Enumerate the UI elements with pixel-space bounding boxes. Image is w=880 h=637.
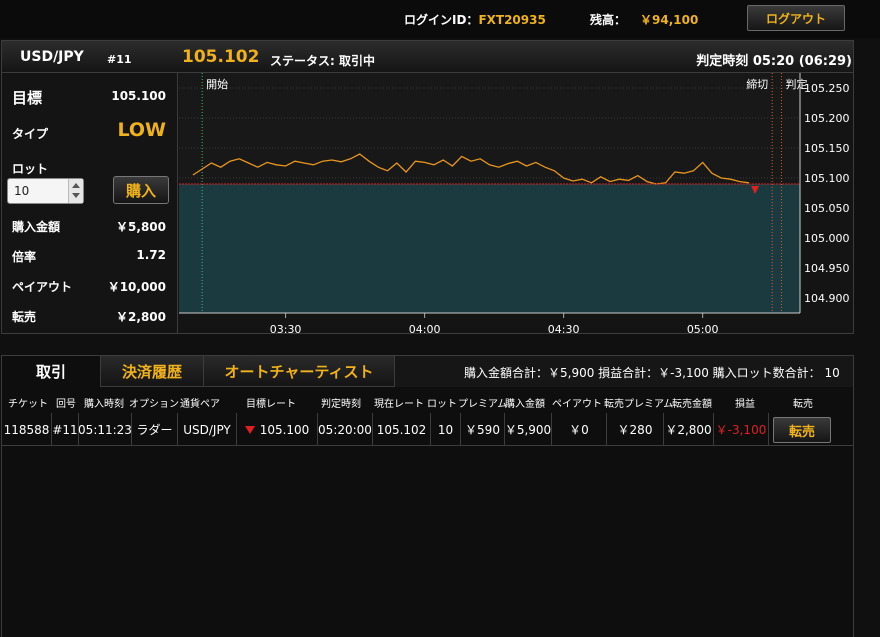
resale-value: ￥2,800 [116,310,166,324]
totals-summary: 購入金額合計：￥5,900 損益合計：￥-3,100 購入ロット数合計： 10 [464,366,840,380]
col-header: プレミアム [458,399,508,410]
col-header: 目標レート [246,399,296,410]
col-header: 現在レート [374,399,424,410]
lot-cell: 10 [431,413,461,446]
round-cell: #11 [52,413,79,446]
judge-label: 判定 [785,77,807,91]
col-header: 購入時刻 [84,399,124,410]
trades-table: チケット 回号 購入時刻 オプション 通貨ペア 目標レート 判定時刻 現在レート… [1,387,854,637]
rate-label: 倍率 [12,250,37,264]
col-header: 判定時刻 [321,399,361,410]
judge-time: 判定時刻 05:20 (06:29) [696,54,852,69]
account-bar: ログインID：FXT20935 残高： ￥94,100 ログアウト [0,0,880,38]
lot-label: ロット [12,162,49,176]
resale-premium-cell: ￥280 [607,413,664,446]
col-header: 転売金額 [672,399,712,410]
table-row[interactable]: 118588 #11 05:11:23 ラダー USD/JPY 105.100 … [2,413,853,446]
amount-cell: ￥5,900 [505,413,552,446]
login-id-value: FXT20935 [478,13,546,27]
option-cell: ラダー [132,413,178,446]
col-header: 損益 [735,399,755,410]
chevron-up-icon[interactable] [72,183,80,188]
target-value: 105.100 [111,89,166,103]
y-tick-label: 105.150 [804,142,850,155]
y-tick-label: 105.000 [804,232,850,245]
rate-chart: 105.250 105.200 105.150 105.100 105.050 105.0… [179,73,850,333]
target-rate-cell: 105.100 [237,413,318,446]
col-header: オプション [129,399,179,410]
trade-panel: USD/JPY #11 105.102 ステータス: 取引中 判定時刻 05:2… [1,40,854,334]
trade-status: ステータス: 取引中 [270,54,375,68]
current-rate-cell: 105.102 [373,413,431,446]
close-label: 締切 [746,77,768,91]
col-header: 通貨ペア [180,399,220,410]
buy-button[interactable]: 購入 [113,176,169,204]
logout-button[interactable]: ログアウト [747,5,845,31]
start-label: 開始 [206,77,228,91]
x-tick-label: 05:00 [687,323,719,333]
below-target-area [179,184,800,313]
tab-history[interactable]: 決済履歴 [101,356,204,387]
resell-button[interactable]: 転売 [773,417,831,443]
y-tick-label: 105.250 [804,82,850,95]
time-cell: 05:11:23 [78,413,132,446]
type-label: タイプ [12,127,49,141]
x-tick-label: 04:00 [409,323,441,333]
resale-amount-cell: ￥2,800 [664,413,714,446]
pair-cell: USD/JPY [178,413,237,446]
col-header: 転売プレミアム [604,399,674,410]
col-header: ロット [427,399,457,410]
premium-cell: ￥590 [461,413,505,446]
down-arrow-icon [244,425,255,434]
y-tick-label: 105.050 [804,202,850,215]
type-value: LOW [117,119,166,141]
col-header: チケット [8,399,48,410]
amount-label: 購入金額 [12,220,61,234]
resale-label: 転売 [12,310,37,324]
current-rate: 105.102 [182,47,260,67]
rate-value: 1.72 [136,248,166,262]
col-header: ペイアウト [552,399,602,410]
trade-header: USD/JPY #11 105.102 ステータス: 取引中 判定時刻 05:2… [2,41,853,73]
ticket-cell: 118588 [2,413,52,446]
payout-value: ￥10,000 [107,280,166,294]
spinner[interactable] [68,179,83,203]
balance-label: 残高： ￥94,100 [590,13,699,27]
tab-trades[interactable]: 取引 [2,356,101,387]
payout-cell: ￥0 [552,413,607,446]
col-header: 回号 [56,399,76,410]
y-tick-label: 105.200 [804,112,850,125]
lot-stepper[interactable]: 10 [7,178,84,204]
y-tick-label: 105.100 [804,172,850,185]
x-tick-label: 03:30 [270,323,302,333]
tabs-bar: 取引 決済履歴 オートチャーティスト 購入金額合計：￥5,900 損益合計：￥-… [1,355,854,387]
y-tick-label: 104.950 [804,262,850,275]
round-number: #11 [107,53,132,66]
amount-value: ￥5,800 [116,220,166,234]
currency-pair: USD/JPY [20,49,84,65]
balance-value: ￥94,100 [640,13,699,27]
col-header: 購入金額 [505,399,545,410]
order-info: 目標 105.100 タイプ LOW ロット 10 購入 購入金額 ￥5,800… [2,73,178,333]
x-tick-label: 04:30 [548,323,580,333]
target-label: 目標 [12,89,43,107]
judge-time-cell: 05:20:00 [318,413,373,446]
y-tick-label: 104.900 [804,292,850,305]
lot-value: 10 [14,184,30,198]
target-rate-value: 105.100 [259,422,310,437]
chevron-down-icon[interactable] [72,193,80,198]
login-id-label: ログインID：FXT20935 [404,13,546,27]
col-header: 転売 [793,399,813,410]
pnl-cell: ￥-3,100 [714,413,769,446]
tab-autochartist[interactable]: オートチャーティスト [204,356,395,387]
